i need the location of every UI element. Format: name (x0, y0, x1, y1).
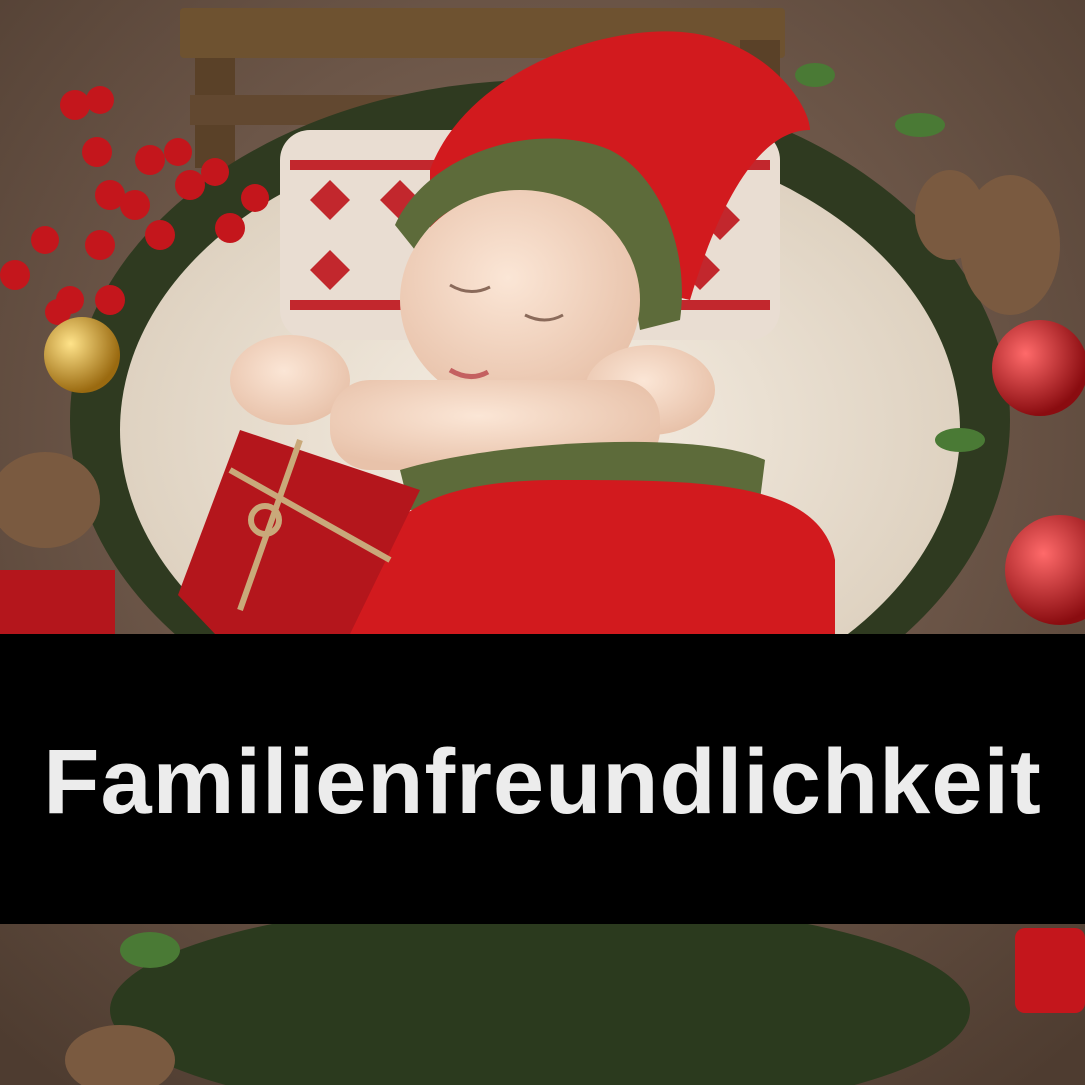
red-knit-wrap (350, 441, 835, 634)
caption-banner: Familienfreundlichkeit (0, 634, 1085, 924)
banner-title: Familienfreundlichkeit (43, 730, 1042, 833)
red-ornament-right-top (992, 320, 1085, 416)
gold-ornament (44, 317, 120, 393)
gift-box-left (0, 570, 115, 634)
red-ornament-bottom-right (1015, 928, 1085, 1013)
image-stage: Familienfreundlichkeit (0, 0, 1085, 1085)
